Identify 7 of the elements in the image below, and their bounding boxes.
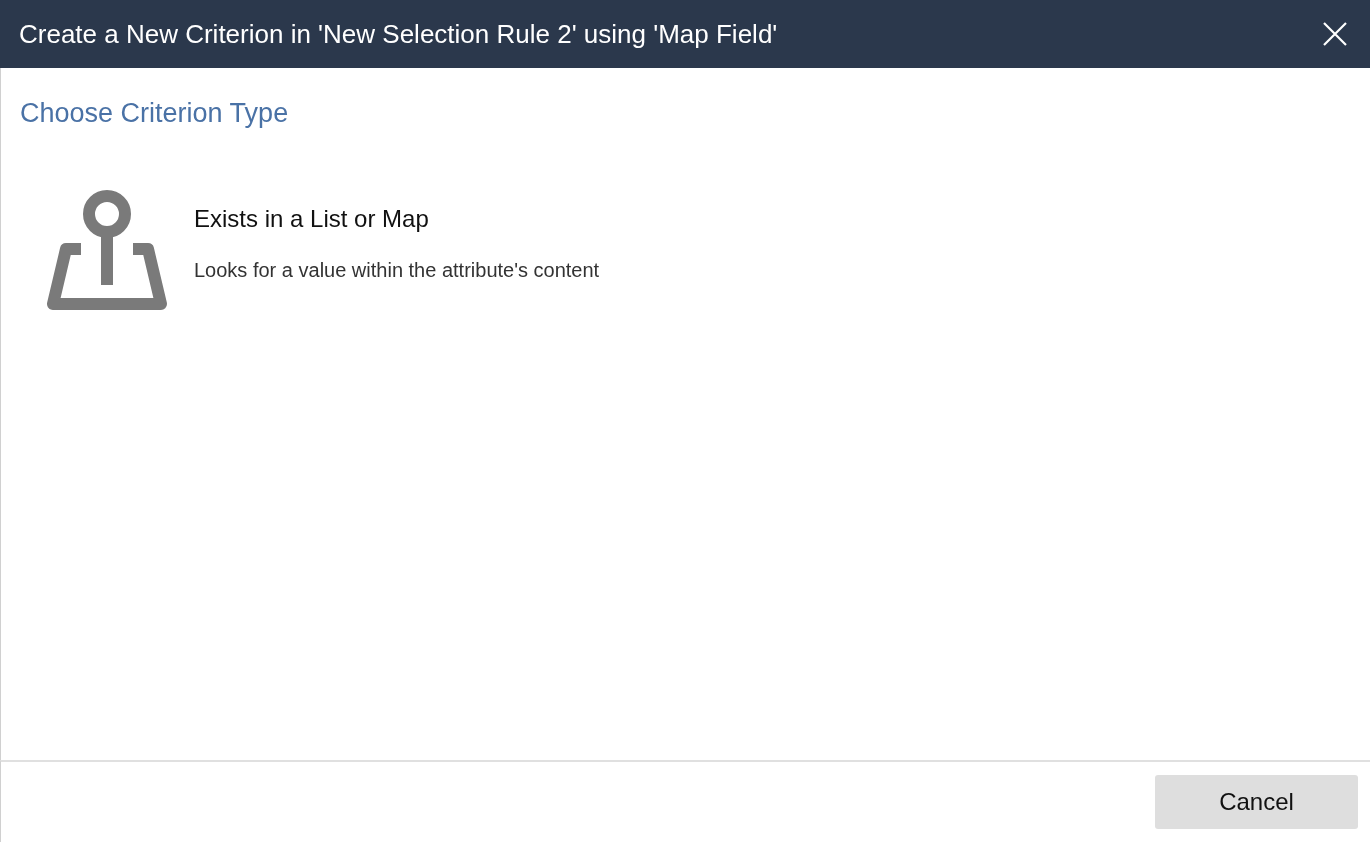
close-icon <box>1322 21 1348 47</box>
dialog-title: Create a New Criterion in 'New Selection Rule 2' using 'Map Field' <box>19 18 778 50</box>
cancel-button[interactable]: Cancel <box>1155 775 1358 829</box>
criterion-description: Looks for a value within the attribute's content <box>194 258 601 283</box>
section-heading: Choose Criterion Type <box>20 98 290 129</box>
map-pin-icon[interactable] <box>46 187 168 312</box>
criterion-title[interactable]: Exists in a List or Map <box>194 205 614 233</box>
